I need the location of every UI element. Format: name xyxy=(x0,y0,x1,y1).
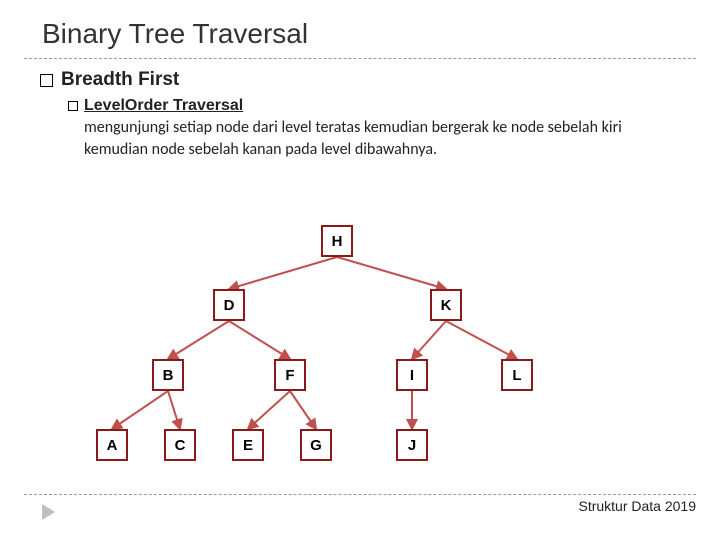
heading-1-text: Breadth First xyxy=(61,69,179,91)
tree-node-k: K xyxy=(430,289,462,321)
tree-node-h: H xyxy=(321,225,353,257)
bullet-square-icon xyxy=(40,74,53,87)
tree-node-e: E xyxy=(232,429,264,461)
tree-node-b: B xyxy=(152,359,184,391)
heading-2-rest: Order Traversal xyxy=(125,97,243,115)
tree-node-j: J xyxy=(396,429,428,461)
tree-diagram: H D K B F I L A C E G J xyxy=(0,225,720,495)
play-icon xyxy=(42,504,55,520)
heading-1: Breadth First xyxy=(40,69,680,91)
footer-text: Struktur Data 2019 xyxy=(578,498,696,514)
tree-node-c: C xyxy=(164,429,196,461)
heading-2-prefix: Level xyxy=(84,97,125,115)
tree-node-f: F xyxy=(274,359,306,391)
tree-node-l: L xyxy=(501,359,533,391)
tree-node-i: I xyxy=(396,359,428,391)
bullet-square-small-icon xyxy=(68,101,78,111)
description-text: mengunjungi setiap node dari level terat… xyxy=(84,117,680,160)
tree-node-d: D xyxy=(213,289,245,321)
tree-node-a: A xyxy=(96,429,128,461)
tree-node-g: G xyxy=(300,429,332,461)
footer-bar: Struktur Data 2019 xyxy=(24,494,696,514)
page-title: Binary Tree Traversal xyxy=(0,0,720,58)
heading-2: Level Order Traversal xyxy=(68,97,680,115)
content-block: Breadth First Level Order Traversal meng… xyxy=(0,59,720,160)
